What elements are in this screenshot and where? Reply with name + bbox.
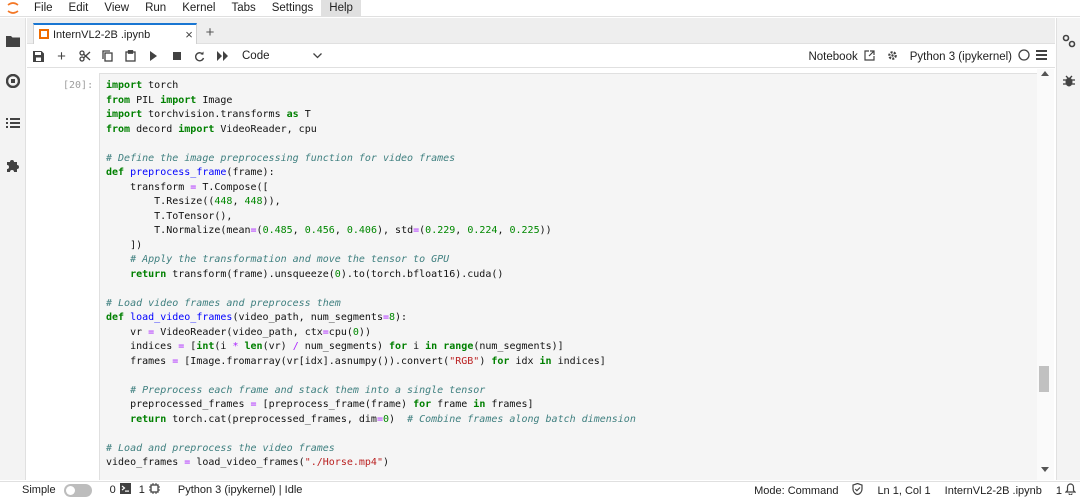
running-sessions-icon[interactable] [4,72,22,90]
notification-count: 1 [1055,484,1062,497]
settings-gear-icon[interactable] [887,50,898,64]
menu-bar: File Edit View Run Kernel Tabs Settings … [0,0,1080,17]
scroll-up-arrow-icon[interactable] [1041,71,1049,76]
run-button[interactable] [142,46,165,66]
copy-button[interactable] [96,46,119,66]
folder-icon[interactable] [4,32,22,50]
menu-edit[interactable]: Edit [61,0,97,17]
interrupt-button[interactable] [165,46,188,66]
code-line[interactable] [106,137,636,152]
code-line[interactable]: # Load video frames and preprocess them [106,297,636,312]
notebook-toolbar: + Code Notebook Python 3 (ipykernel) [27,45,1055,68]
code-cell-editor[interactable]: import torch from PIL import Image import … [99,73,1037,480]
code-line[interactable]: vr = VideoReader(video_path, ctx=cpu(0)) [106,326,636,341]
main-panel: InternVL2-2B .ipynb × + + Code Notebook … [27,18,1055,480]
cell-type-select[interactable]: Code [242,47,322,65]
extension-icon[interactable] [4,156,22,174]
menu-tabs[interactable]: Tabs [223,0,263,17]
simple-mode-label: Simple [22,484,56,496]
code-line[interactable]: indices = [int(i * len(vr) / num_segment… [106,340,636,355]
code-line[interactable]: return transform(frame).unsqueeze(0).to(… [106,268,636,283]
menu-settings[interactable]: Settings [264,0,322,17]
paste-button[interactable] [119,46,142,66]
menu-kernel[interactable]: Kernel [174,0,223,17]
code-line[interactable] [106,369,636,384]
code-line[interactable]: import torch [106,79,636,94]
menu-view[interactable]: View [96,0,137,17]
file-name: InternVL2-2B .ipynb [944,484,1042,497]
shield-check-icon[interactable] [852,482,864,498]
code-line[interactable]: from decord import VideoReader, cpu [106,123,636,138]
scroll-thumb[interactable] [1039,366,1049,392]
simple-mode: Simple [22,483,92,497]
jupyter-logo-icon [0,0,26,17]
code-line[interactable]: preprocessed_frames = [preprocess_frame(… [106,398,636,413]
code-line[interactable]: from PIL import Image [106,94,636,109]
terminals-status[interactable]: 0 [110,483,131,497]
left-sidebar [0,18,26,480]
code-line[interactable] [106,282,636,297]
chevron-down-icon [313,50,322,62]
tab-bar: InternVL2-2B .ipynb × + [27,18,1055,44]
save-button[interactable] [27,46,50,66]
debugger-icon[interactable] [1060,72,1078,90]
terminal-icon [119,483,131,497]
restart-run-all-button[interactable] [211,46,234,66]
tab-label: InternVL2-2B .ipynb [53,28,151,41]
code-line[interactable]: def preprocess_frame(frame): [106,166,636,181]
code-line[interactable]: # Load and preprocess the video frames [106,442,636,457]
code-line[interactable]: T.Resize((448, 448)), [106,195,636,210]
scrollbar[interactable] [1037,69,1054,480]
simple-mode-toggle[interactable] [63,483,92,497]
toolbar-right: Notebook Python 3 (ipykernel) [808,45,1047,68]
kernel-name[interactable]: Python 3 (ipykernel) [910,51,1012,63]
code-line[interactable]: transform = T.Compose([ [106,181,636,196]
code-line[interactable]: def load_video_frames(video_path, num_se… [106,311,636,326]
code-line[interactable]: ]) [106,239,636,254]
property-inspector-icon[interactable] [1060,32,1078,50]
close-icon[interactable]: × [182,27,196,42]
menu-file[interactable]: File [26,0,61,17]
bell-icon [1064,483,1077,498]
notebook-area: [20]: import torch from PIL import Image i… [27,69,1037,480]
notifications[interactable]: 1 [1055,483,1077,498]
kernels-count: 1 [138,484,145,496]
right-sidebar [1056,18,1080,480]
kernels-status[interactable]: 1 [139,483,160,497]
code-line[interactable]: frames = [Image.fromarray(vr[idx].asnump… [106,355,636,370]
open-notebook-link[interactable]: Notebook [808,51,857,63]
cursor-position[interactable]: Ln 1, Col 1 [877,485,930,497]
code-line[interactable]: T.Normalize(mean=(0.485, 0.456, 0.406), … [106,224,636,239]
code-line[interactable]: # Define the image preprocessing functio… [106,152,636,167]
new-tab-button[interactable]: + [202,25,218,41]
code-line[interactable] [106,427,636,442]
menu-run[interactable]: Run [137,0,174,17]
kernel-status-text[interactable]: Python 3 (ipykernel) | Idle [178,484,303,496]
scroll-down-arrow-icon[interactable] [1041,467,1049,472]
cell-type-value: Code [242,50,270,62]
mode-indicator: Mode: Command [754,484,839,497]
status-bar-right: Mode: Command Ln 1, Col 1 InternVL2-2B .… [754,482,1077,498]
menu-icon[interactable] [1036,50,1047,63]
insert-cell-button[interactable]: + [50,46,73,66]
external-link-icon[interactable] [864,49,875,64]
status-bar: Simple 0 1 Python 3 (ipykernel) | Idle M… [0,481,1080,498]
notebook-tab[interactable]: InternVL2-2B .ipynb × [33,23,197,44]
notebook-icon [39,28,49,42]
kernel-icon [148,483,160,497]
code-line[interactable]: return torch.cat(preprocessed_frames, di… [106,413,636,428]
menu-help[interactable]: Help [321,0,361,17]
code-line[interactable]: # Preprocess each frame and stack them i… [106,384,636,399]
terminals-count: 0 [109,484,116,496]
code-line[interactable]: video_frames = load_video_frames("./Hors… [106,456,636,471]
restart-button[interactable] [188,46,211,66]
code-line[interactable]: # Apply the transformation and move the … [106,253,636,268]
cut-button[interactable] [73,46,96,66]
code-content[interactable]: import torch from PIL import Image import … [106,79,636,471]
code-line[interactable]: T.ToTensor(), [106,210,636,225]
kernel-status-icon [1018,49,1030,64]
table-of-contents-icon[interactable] [4,114,22,132]
code-line[interactable]: import torchvision.transforms as T [106,108,636,123]
